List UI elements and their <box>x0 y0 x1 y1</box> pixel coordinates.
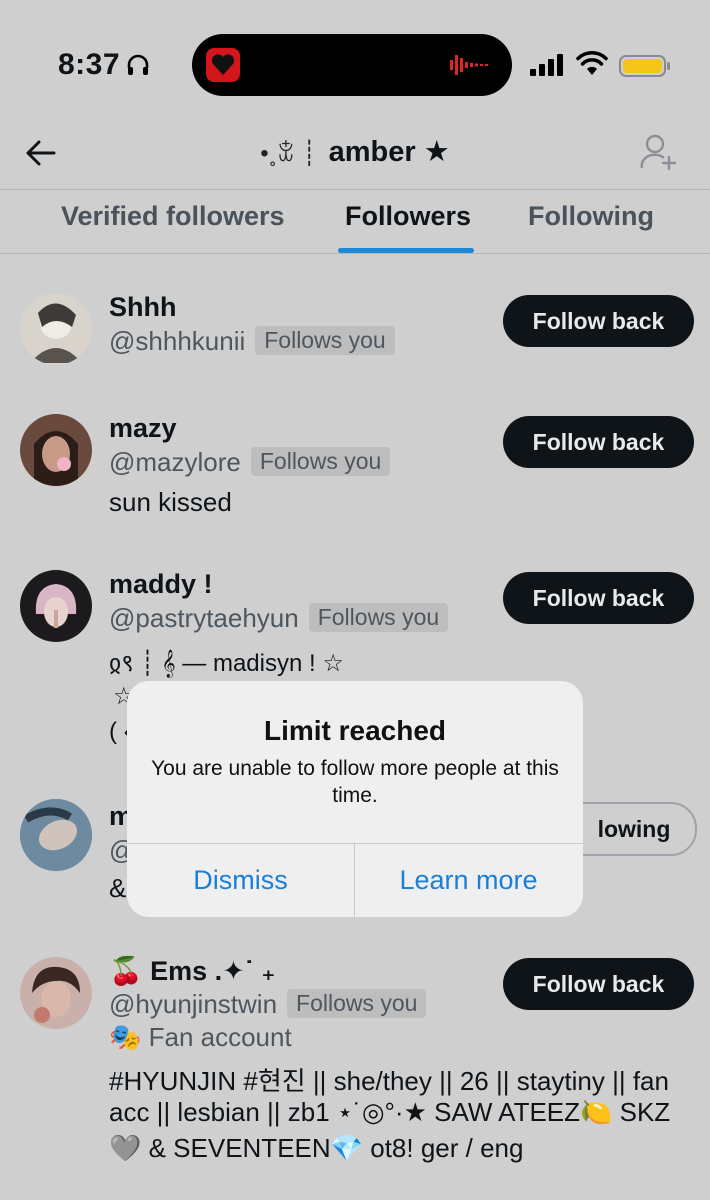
battery-icon <box>619 55 670 77</box>
follow-back-button[interactable]: Follow back <box>503 416 694 468</box>
avatar[interactable] <box>20 957 92 1029</box>
user-name[interactable]: mazy <box>109 413 177 444</box>
dialog-title: Limit reached <box>263 715 447 746</box>
dismiss-button[interactable]: Dismiss <box>127 844 354 917</box>
user-handle[interactable]: @mazylore <box>109 447 241 477</box>
avatar[interactable] <box>20 799 92 871</box>
user-bio-line: 🩶 & SEVENTEEN💎 ot8! ger / eng <box>109 1133 524 1163</box>
user-bio: & <box>109 873 127 903</box>
follows-you-badge: Follows you <box>250 447 391 476</box>
tab-following[interactable]: Following <box>528 201 654 232</box>
user-handle-line: @hyunjinstwin Follows you <box>109 989 427 1020</box>
avatar[interactable] <box>20 414 92 486</box>
follows-you-badge: Follows you <box>308 603 449 632</box>
limit-reached-dialog: Limit reached You are unable to follow m… <box>127 681 583 917</box>
follows-you-badge: Follows you <box>287 989 427 1018</box>
fan-account-label: 🎭 Fan account <box>109 1022 292 1052</box>
user-bio-line: acc || lesbian || zb1 ⋆˙◎°·★ SAW ATEEZ🍋 … <box>109 1097 671 1127</box>
user-handle-line: @shhhkunii Follows you <box>109 326 395 357</box>
user-name[interactable]: maddy ! <box>109 569 213 600</box>
wifi-icon <box>576 51 608 75</box>
follow-back-button[interactable]: Follow back <box>503 295 694 347</box>
user-handle-line: @pastrytaehyun Follows you <box>109 603 449 634</box>
status-time: 8:37 <box>58 48 121 81</box>
dynamic-island <box>192 34 512 96</box>
headphones-icon <box>127 54 149 75</box>
follow-back-button[interactable]: Follow back <box>503 958 694 1010</box>
avatar[interactable] <box>20 570 92 642</box>
tab-verified-followers[interactable]: Verified followers <box>61 201 285 232</box>
learn-more-button[interactable]: Learn more <box>355 844 582 917</box>
user-bio: ჲ९ ┊ 𝄞 — madisyn ! ☆ <box>109 650 344 677</box>
add-user-icon[interactable] <box>640 133 676 171</box>
profile-name: amber ★ <box>328 136 450 168</box>
user-name[interactable]: 🍒 Ems .✦˙ ₊ <box>109 955 276 987</box>
header-divider <box>0 189 710 190</box>
user-handle[interactable]: @pastrytaehyun <box>109 603 299 633</box>
tabs-divider <box>0 253 710 254</box>
page-title: •˳ꒃ ┊ amber ★ <box>200 134 510 169</box>
user-handle-line: @mazylore Follows you <box>109 447 391 478</box>
recording-app-icon <box>206 48 240 82</box>
audio-waveform-icon <box>450 55 488 75</box>
dialog-message: You are unable to follow more people at … <box>151 757 559 807</box>
user-bio-line: #HYUNJIN #현진 || she/they || 26 || stayti… <box>109 1066 669 1096</box>
follows-you-badge: Follows you <box>255 326 395 355</box>
cellular-signal-icon <box>530 54 563 76</box>
tab-followers[interactable]: Followers <box>345 201 471 232</box>
follow-back-button[interactable]: Follow back <box>503 572 694 624</box>
back-arrow-icon[interactable] <box>24 136 58 170</box>
user-handle[interactable]: @shhhkunii <box>109 326 245 356</box>
user-name[interactable]: Shhh <box>109 292 177 323</box>
user-bio: sun kissed <box>109 487 232 517</box>
user-handle[interactable]: @hyunjinstwin <box>109 989 277 1019</box>
avatar[interactable] <box>20 293 92 365</box>
title-decoration: •˳ꒃ ┊ <box>260 140 317 167</box>
